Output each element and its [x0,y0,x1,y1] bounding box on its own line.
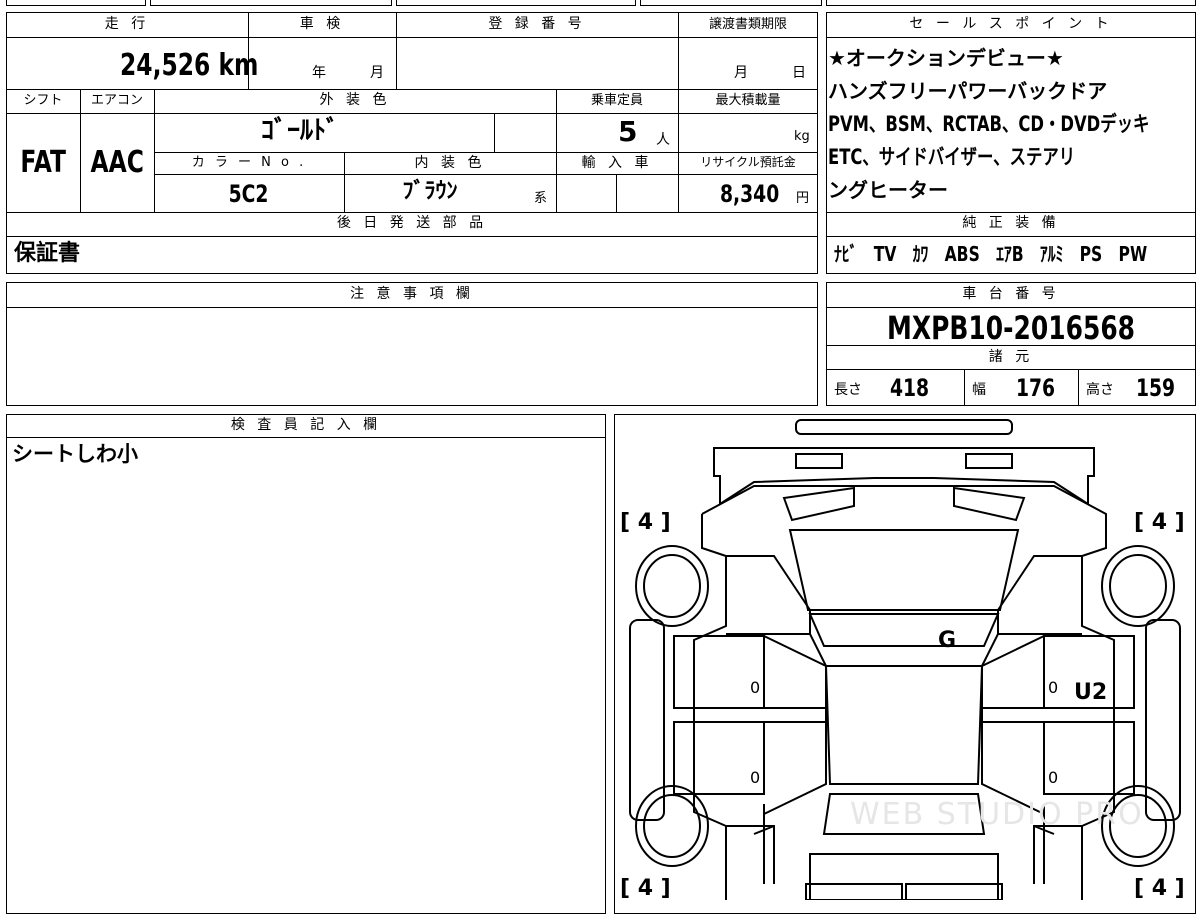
equipment-items: ﾅﾋﾞ TV ｶﾜ ABS ｴｱB ｱﾙﾐ PS PW [834,244,1200,264]
equipment-item: PW [1118,242,1148,266]
mileage-label: 走 行 [104,16,150,32]
chassis-number-label: 車 台 番 号 [962,286,1060,302]
equipment-item: ｶﾜ [912,242,929,266]
capacity-label: 乗車定員 [590,93,643,108]
length-label: 長さ [834,382,862,398]
equipment-item: ｱﾙﾐ [1039,242,1064,266]
sales-points-label: セ ー ル ス ポ イ ン ト [909,16,1113,32]
inspector-label: 検 査 員 記 入 欄 [230,417,382,433]
sales-point-line: ★オークションデビュー★ [828,46,1064,70]
length-value: 418 [890,374,930,402]
transfer-month: 月 [734,65,748,81]
color-number-value: 5C2 [229,180,269,208]
specs-label: 諸 元 [988,349,1034,365]
import-car-label: 輸 入 車 [581,155,653,171]
zero-mark: 0 [1048,678,1059,697]
exterior-color-label: 外 装 色 [319,92,391,108]
equipment-item: ABS [944,242,980,266]
ac-label: エアコン [90,93,143,108]
later-parts-value: 保証書 [14,241,81,266]
transfer-deadline-label: 譲渡書類期限 [708,17,787,32]
sales-point-line: ハンズフリーパワーバックドア [828,79,1108,103]
shift-value: FAT [20,145,66,180]
width-value: 176 [1016,374,1056,402]
inspection-label: 車 検 [299,16,345,32]
damage-mark-hood: G [938,628,957,653]
interior-color-suffix: 系 [534,191,548,206]
equipment-item: ﾅﾋﾞ [834,242,858,266]
height-value: 159 [1136,374,1176,402]
tire-rear-left: [ 4 ] [620,876,671,901]
later-parts-label: 後 日 発 送 部 品 [336,215,488,231]
sales-point-line: ングヒーター [828,178,948,202]
interior-color-label: 内 装 色 [414,155,486,171]
capacity-unit: 人 [656,132,670,148]
equipment-item: PS [1079,242,1103,266]
equipment-item: TV [873,242,897,266]
transfer-day: 日 [792,65,806,81]
zero-mark: 0 [750,768,761,787]
sales-point-line: ETC、サイドバイザー、ステアリ [828,145,1076,169]
registration-label: 登 録 番 号 [488,16,586,32]
mileage-value: 24,526 km [120,48,259,83]
tire-front-right: [ 4 ] [1134,510,1185,535]
recycle-deposit-label: リサイクル預託金 [700,155,796,169]
recycle-deposit-value: 8,340 [720,180,780,208]
recycle-deposit-unit: 円 [796,191,810,206]
shift-label: シフト [23,93,63,108]
width-label: 幅 [972,382,986,398]
max-load-unit: kg [794,129,810,144]
damage-mark-right-front-door: U2 [1074,680,1108,705]
equipment-item: ｴｱB [996,242,1024,266]
inspection-year: 年 [312,65,326,81]
caution-label: 注 意 事 項 欄 [350,286,474,302]
interior-color-value: ﾌﾞﾗｳﾝ [402,179,458,204]
zero-mark: 0 [750,678,761,697]
tire-front-left: [ 4 ] [620,510,671,535]
max-load-label: 最大積載量 [715,93,781,108]
color-number-label: カ ラ ー N o . [191,155,307,170]
height-label: 高さ [1086,382,1114,398]
zero-mark: 0 [1048,768,1059,787]
sales-point-line: PVM、BSM、RCTAB、CD・DVDデッキ [828,112,1150,136]
watermark: WEB STUDIO PRO [850,797,1144,832]
equipment-label: 純 正 装 備 [962,215,1060,231]
inspection-month: 月 [370,65,384,81]
inspector-note: シートしわ小 [12,442,138,466]
chassis-number-value: MXPB10-2016568 [886,309,1136,347]
capacity-value: 5 [618,115,638,148]
ac-value: AAC [90,145,144,180]
exterior-color-value: ｺﾞｰﾙﾄﾞ [260,116,339,146]
tire-rear-right: [ 4 ] [1134,876,1185,901]
